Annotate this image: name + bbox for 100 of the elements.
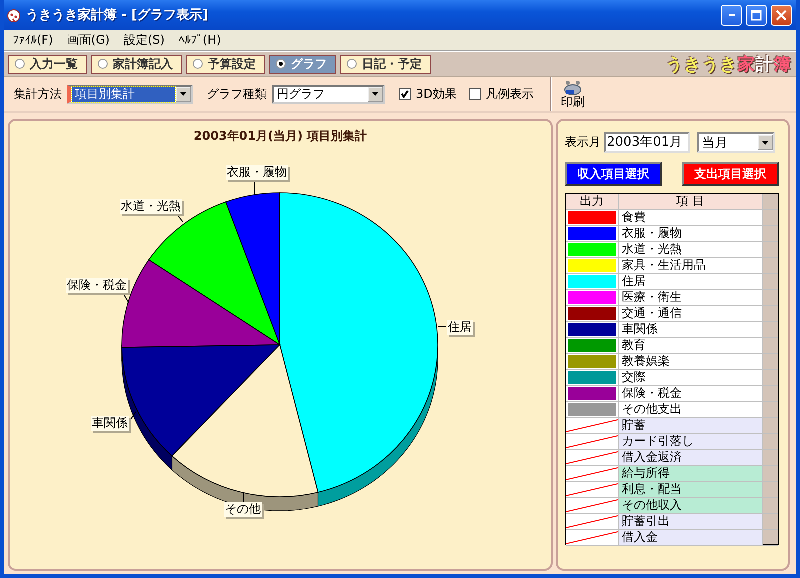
- maximize-button[interactable]: [746, 4, 767, 26]
- output-cell[interactable]: [566, 466, 619, 481]
- month-field[interactable]: 2003年01月: [604, 132, 690, 153]
- output-cell[interactable]: [566, 370, 619, 385]
- select-button[interactable]: 支出項目選択: [682, 162, 779, 186]
- menu-item[interactable]: ﾍﾙﾌﾟ(H): [172, 32, 228, 48]
- radio-icon: [276, 59, 286, 69]
- close-icon: [776, 10, 787, 20]
- tab[interactable]: 予算設定: [186, 54, 265, 74]
- output-cell[interactable]: [566, 258, 619, 273]
- checkbox[interactable]: [399, 88, 411, 100]
- menu-item[interactable]: ﾌｧｲﾙ(F): [7, 32, 60, 48]
- slash-icon: [566, 514, 618, 529]
- field-label: 表示月: [565, 134, 601, 151]
- column-header: 項 目: [619, 194, 763, 209]
- category-cell: 教養娯楽: [619, 354, 763, 369]
- tab[interactable]: 家計簿記入: [91, 54, 182, 74]
- category-cell: 交際: [619, 370, 763, 385]
- category-cell: 交通・通信: [619, 306, 763, 321]
- output-cell[interactable]: [566, 226, 619, 241]
- print-button[interactable]: 印刷: [560, 80, 585, 108]
- category-cell: その他支出: [619, 402, 763, 417]
- output-cell[interactable]: [566, 354, 619, 369]
- slice-label: 水道・光熱: [120, 199, 182, 214]
- checkbox[interactable]: [468, 88, 481, 100]
- output-cell[interactable]: [566, 402, 619, 417]
- slash-icon: [566, 450, 618, 465]
- output-cell[interactable]: [566, 482, 619, 497]
- output-cell[interactable]: [566, 290, 619, 305]
- output-cell[interactable]: [566, 210, 619, 225]
- dropdown[interactable]: 項目別集計: [67, 84, 193, 104]
- menu-item[interactable]: 設定(S): [118, 30, 171, 50]
- leader-line: [438, 326, 446, 328]
- chart-title: 2003年01月(当月) 項目別集計: [194, 128, 368, 145]
- category-cell: 貯蓄: [619, 418, 763, 433]
- minimize-icon: [728, 14, 734, 16]
- slash-icon: [566, 498, 618, 513]
- output-cell[interactable]: [566, 274, 619, 289]
- output-cell[interactable]: [566, 434, 619, 449]
- output-cell[interactable]: [566, 450, 619, 465]
- category-cell: 水道・光熱: [619, 242, 763, 257]
- window-title: うきうき家計簿 - [グラフ表示]: [26, 6, 210, 24]
- category-cell: 教育: [619, 338, 763, 353]
- radio-icon: [98, 59, 108, 69]
- maximize-icon: [751, 10, 762, 20]
- output-cell[interactable]: [566, 514, 619, 529]
- category-cell: 利息・配当: [619, 482, 763, 497]
- category-cell: 借入金返済: [619, 450, 763, 465]
- slice-label: 車関係: [91, 416, 129, 431]
- category-cell: その他収入: [619, 498, 763, 513]
- category-cell: 給与所得: [619, 466, 763, 481]
- category-cell: 衣服・履物: [619, 226, 763, 241]
- radio-icon: [347, 59, 357, 69]
- output-cell[interactable]: [566, 322, 619, 337]
- slash-icon: [566, 530, 618, 545]
- checkbox-label: 3D効果: [416, 86, 457, 102]
- slash-icon: [566, 482, 618, 497]
- category-cell: 食費: [619, 210, 763, 225]
- output-cell[interactable]: [566, 418, 619, 433]
- caret-icon: [762, 140, 769, 144]
- app-logo: うきうき家計簿: [666, 54, 792, 76]
- slice-label: 保険・税金: [66, 278, 128, 293]
- caret-icon: [372, 92, 379, 96]
- period-dropdown[interactable]: 当月: [697, 132, 775, 153]
- dropdown[interactable]: 円グラフ: [272, 84, 385, 104]
- output-cell[interactable]: [566, 306, 619, 321]
- output-cell[interactable]: [566, 338, 619, 353]
- close-button[interactable]: [771, 4, 792, 26]
- slice-label: その他: [224, 502, 262, 517]
- radio-icon: [15, 59, 25, 69]
- radio-icon: [193, 59, 203, 69]
- column-header: 出力: [566, 194, 619, 209]
- slash-icon: [566, 418, 618, 433]
- category-cell: 車関係: [619, 322, 763, 337]
- leader-line: [130, 412, 136, 422]
- combo-label: グラフ種類: [207, 86, 267, 102]
- slash-icon: [566, 434, 618, 449]
- category-cell: 医療・衛生: [619, 290, 763, 305]
- menu-item[interactable]: 画面(G): [61, 30, 116, 50]
- output-cell[interactable]: [566, 386, 619, 401]
- select-button[interactable]: 収入項目選択: [565, 162, 662, 186]
- leader-line: [254, 180, 256, 196]
- output-cell[interactable]: [566, 498, 619, 513]
- category-cell: 保険・税金: [619, 386, 763, 401]
- slice-label: 衣服・履物: [226, 165, 288, 180]
- category-cell: カード引落し: [619, 434, 763, 449]
- caret-icon: [180, 92, 187, 96]
- printer-icon: [562, 80, 583, 96]
- checkbox-label: 凡例表示: [486, 86, 534, 102]
- category-cell: 住居: [619, 274, 763, 289]
- category-cell: 借入金: [619, 530, 763, 545]
- output-cell[interactable]: [566, 242, 619, 257]
- output-cell[interactable]: [566, 530, 619, 545]
- combo-label: 集計方法: [14, 86, 62, 102]
- tab[interactable]: 日記・予定: [340, 54, 431, 74]
- slash-icon: [566, 466, 618, 481]
- check-icon: [401, 90, 409, 98]
- minimize-button[interactable]: [721, 4, 742, 26]
- tab[interactable]: 入力一覧: [8, 54, 87, 74]
- app-icon: [6, 7, 22, 23]
